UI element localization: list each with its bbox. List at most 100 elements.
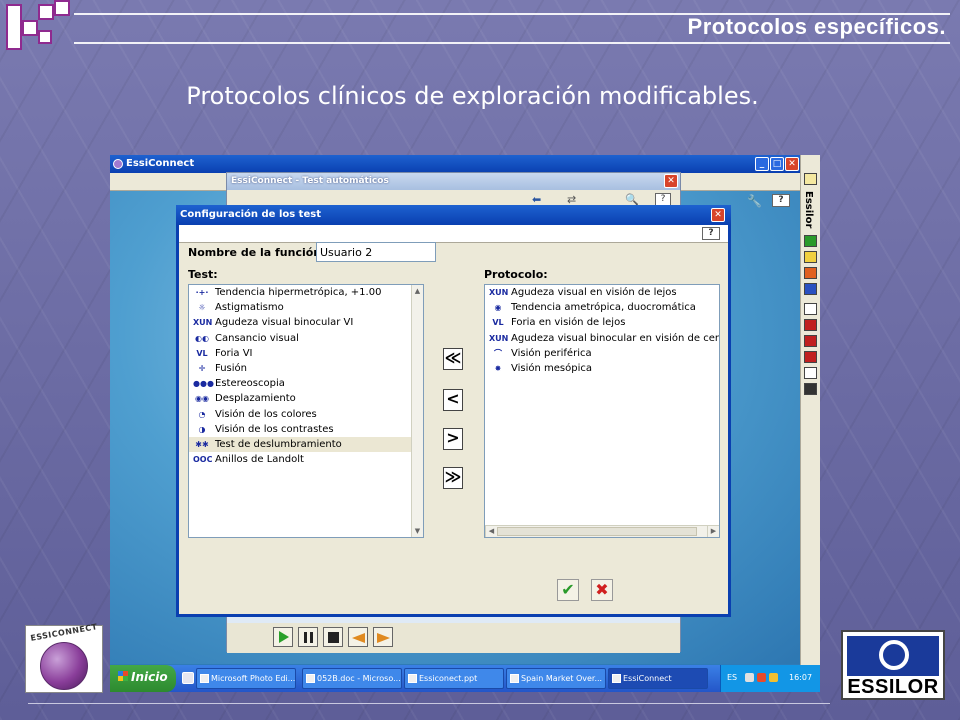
taskbar-task[interactable]: EssiConnect	[608, 668, 708, 689]
footer-rule	[28, 703, 830, 704]
list-item[interactable]: ●●● Estereoscopia	[189, 376, 423, 391]
list-item[interactable]: VL Foria en visión de lejos	[485, 315, 719, 330]
tray-network-icon[interactable]	[745, 673, 754, 682]
list-item[interactable]: XUN Agudeza visual binocular en visión de…	[485, 331, 719, 346]
list-item[interactable]: VL Foria VI	[189, 346, 423, 361]
tool-red-icon[interactable]	[804, 319, 817, 331]
list-item[interactable]: ◐◐ Cansancio visual	[189, 331, 423, 346]
list-item-label: Foria en visión de lejos	[511, 317, 626, 329]
list-item-label: Desplazamiento	[215, 393, 296, 405]
folder-icon[interactable]	[804, 173, 817, 185]
dialog-toolbar: ?	[179, 225, 728, 243]
pen-icon[interactable]	[804, 367, 817, 379]
list-item[interactable]: ☼ Astigmatismo	[189, 300, 423, 315]
list-item[interactable]: OOC Anillos de Landolt	[189, 452, 423, 467]
tool-red-2-icon[interactable]	[804, 335, 817, 347]
maximize-button[interactable]: □	[770, 157, 784, 171]
window2-close-button[interactable]: ✕	[664, 174, 678, 188]
list-item[interactable]: ✸ Visión mesópica	[485, 361, 719, 376]
word-icon[interactable]	[804, 283, 817, 295]
list-item[interactable]: ✛ Fusión	[189, 361, 423, 376]
remove-button[interactable]: >	[443, 428, 463, 450]
list-item[interactable]: ·+· Tendencia hipermetrópica, +1.00	[189, 285, 423, 300]
scroll-right-icon[interactable]: ▶	[707, 526, 719, 537]
help-icon[interactable]: ?	[772, 194, 790, 207]
mesopic-icon: ✸	[494, 363, 502, 373]
tray-app-icon[interactable]	[757, 673, 766, 682]
tray-volume-icon[interactable]	[769, 673, 778, 682]
hyperopia-icon: ·+·	[195, 288, 209, 297]
tool-red-3-icon[interactable]	[804, 351, 817, 363]
taskbar-task[interactable]: Spain Market Over...	[506, 668, 606, 689]
language-indicator[interactable]: ES	[727, 673, 737, 682]
scroll-thumb[interactable]	[497, 527, 697, 536]
list-item[interactable]: ◔ Visión de los colores	[189, 407, 423, 422]
pause-button[interactable]	[298, 627, 318, 647]
peripheral-icon: ⌒	[494, 348, 502, 358]
task-label: Spain Market Over...	[521, 674, 603, 683]
powerpoint-icon[interactable]	[804, 267, 817, 279]
export-icon[interactable]	[804, 383, 817, 395]
add-button[interactable]: <	[443, 389, 463, 411]
right-toolbar-label: Essilor	[803, 191, 814, 229]
excel-icon[interactable]	[804, 235, 817, 247]
document-icon[interactable]	[804, 303, 817, 315]
list-item[interactable]: XUN Agudeza visual binocular VI	[189, 315, 423, 330]
list-item-label: Tendencia ametrópica, duocromática	[511, 302, 696, 314]
list-item-label: Agudeza visual en visión de lejos	[511, 287, 677, 298]
start-button[interactable]: Inicio	[110, 665, 176, 692]
test-label: Test:	[188, 268, 218, 281]
function-name-input[interactable]	[316, 242, 436, 262]
duochrome-icon: ◉	[494, 303, 502, 313]
scroll-left-icon[interactable]: ◀	[485, 526, 497, 537]
dialog-close-button[interactable]: ✕	[711, 208, 725, 222]
stop-button[interactable]	[323, 627, 343, 647]
task-label: 052B.doc - Microso...	[317, 674, 401, 683]
wrench-icon[interactable]: 🔧	[747, 194, 762, 208]
list-item[interactable]: ⌒ Visión periférica	[485, 346, 719, 361]
close-button[interactable]: ✕	[785, 157, 799, 171]
list-item-label: Agudeza visual binocular en visión de ce…	[511, 332, 720, 344]
color-vision-icon: ◔	[198, 409, 206, 419]
list-item[interactable]: ✱✱ Test de deslumbramiento	[189, 436, 423, 453]
corner-decoration	[0, 0, 76, 52]
play-button[interactable]	[273, 627, 293, 647]
list-item[interactable]: ◉ Tendencia ametrópica, duocromática	[485, 300, 719, 315]
list-item[interactable]: XUN Agudeza visual en visión de lejos	[485, 285, 719, 300]
letters-icon: XUN	[489, 333, 509, 343]
cancel-button[interactable]: ✖	[591, 579, 613, 601]
taskbar-task[interactable]: Microsoft Photo Edi...	[196, 668, 296, 689]
list-item[interactable]: ◉◉ Desplazamiento	[189, 391, 423, 406]
ok-button[interactable]: ✔	[557, 579, 579, 601]
protocol-list-hscrollbar[interactable]: ◀ ▶	[485, 525, 719, 537]
remove-all-button[interactable]: ≫	[443, 467, 463, 489]
minimize-button[interactable]: _	[755, 157, 769, 171]
test-list-scrollbar[interactable]: ▲ ▼	[411, 285, 423, 537]
task-label: EssiConnect	[623, 674, 672, 683]
dialog-title: Configuración de los test	[176, 205, 731, 225]
list-item-label: Anillos de Landolt	[215, 454, 304, 466]
test-list[interactable]: ·+· Tendencia hipermetrópica, +1.00 ☼ Astig…	[188, 284, 424, 538]
app-screenshot: EssiConnect _ □ ✕ 🔧 ? Essilor EssiConnec…	[110, 155, 820, 692]
protocol-list[interactable]: XUN Agudeza visual en visión de lejos ◉ Ten…	[484, 284, 720, 538]
stereo-icon: ●●●	[193, 379, 214, 389]
next-button[interactable]	[373, 627, 393, 647]
landolt-icon: OOC	[193, 455, 213, 465]
quicklaunch-icon[interactable]	[182, 672, 194, 684]
previous-button[interactable]	[348, 627, 368, 647]
add-all-button[interactable]: ≪	[443, 348, 463, 370]
list-item[interactable]: ◑ Visión de los contrastes	[189, 422, 423, 437]
list-item-label: Tendencia hipermetrópica, +1.00	[215, 287, 382, 298]
list-item-label: Fusión	[215, 362, 247, 374]
scroll-up-icon[interactable]: ▲	[412, 285, 423, 297]
taskbar-task[interactable]: Essiconect.ppt	[404, 668, 504, 689]
scroll-down-icon[interactable]: ▼	[412, 525, 423, 537]
glare-icon: ✱✱	[195, 439, 209, 449]
protocol-label: Protocolo:	[484, 268, 548, 281]
note-icon[interactable]	[804, 251, 817, 263]
taskbar-task[interactable]: 052B.doc - Microso...	[302, 668, 402, 689]
dialog-help-icon[interactable]: ?	[702, 227, 720, 240]
slide-title: Protocolos específicos.	[687, 14, 946, 39]
app-title: EssiConnect	[126, 158, 195, 169]
app-titlebar: EssiConnect _ □ ✕	[110, 155, 800, 173]
